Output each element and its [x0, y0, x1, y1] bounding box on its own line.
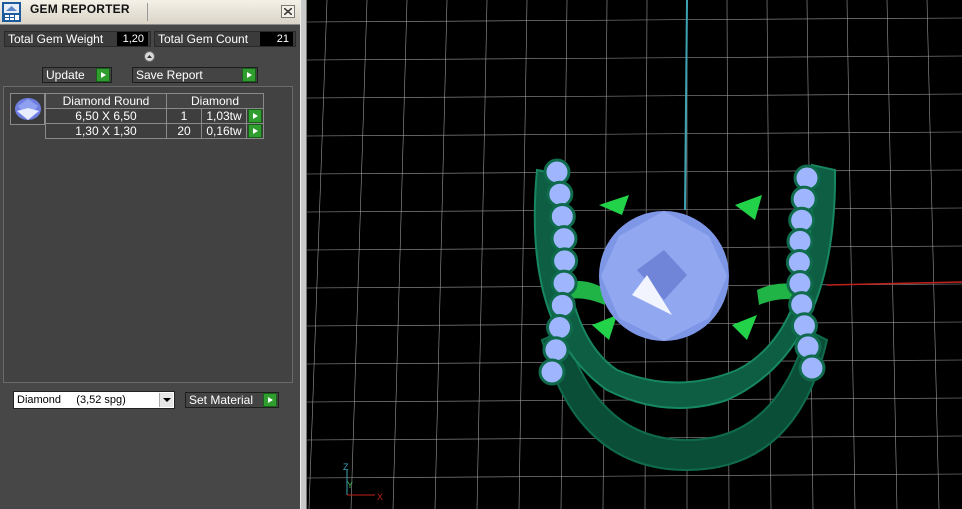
axis-z-label: Z: [343, 462, 349, 472]
grid-line: [434, 0, 448, 509]
play-arrow-icon: [248, 124, 262, 138]
gem-reporter-panel: GEM REPORTER Total Gem Weight 1,20 Total…: [0, 0, 300, 509]
grid-line: [886, 0, 898, 509]
grid-line: [350, 0, 368, 509]
close-button[interactable]: [281, 5, 295, 18]
table-row[interactable]: 1,30 X 1,30 20 0,16tw: [45, 123, 264, 139]
close-icon: [284, 8, 292, 15]
material-select-value: Diamond (3,52 spg): [17, 394, 126, 406]
total-gem-weight-value: 1,20: [117, 32, 148, 46]
accent-diamond: [548, 202, 576, 230]
viewport-canvas[interactable]: Z Y X: [307, 0, 962, 509]
save-report-button-label: Save Report: [136, 68, 203, 82]
gem-count: 1: [166, 108, 202, 124]
prong: [732, 315, 757, 340]
grid-line: [518, 0, 528, 509]
grid-line: [307, 131, 962, 137]
grid-line: [307, 473, 962, 479]
prong: [599, 195, 629, 215]
grid-line: [926, 0, 940, 509]
accent-diamond: [543, 158, 571, 186]
update-button-label: Update: [46, 68, 85, 82]
title-bar[interactable]: GEM REPORTER: [0, 0, 300, 25]
accent-diamond: [550, 225, 578, 253]
set-material-button-label: Set Material: [189, 393, 254, 407]
total-gem-count-value: 21: [260, 32, 293, 46]
row-action[interactable]: [246, 108, 264, 124]
accent-diamond: [551, 247, 579, 275]
header-material: Diamond: [166, 93, 264, 109]
play-arrow-icon: [96, 68, 110, 82]
row-action[interactable]: [246, 123, 264, 139]
collapse-toggle[interactable]: [144, 51, 155, 62]
accent-diamond: [550, 269, 578, 297]
chevron-up-icon: [147, 55, 152, 58]
gem-reporter-app-icon: [2, 2, 21, 22]
gem-size: 6,50 X 6,50: [45, 108, 167, 124]
update-button[interactable]: Update: [42, 67, 112, 83]
grid-line: [307, 169, 962, 175]
total-gem-count-label: Total Gem Count: [158, 32, 249, 46]
axis-y-label: Y: [347, 480, 353, 490]
total-gem-weight-label: Total Gem Weight: [8, 32, 104, 46]
header-shape: Diamond Round: [45, 93, 167, 109]
gem-size: 1,30 X 1,30: [45, 123, 167, 139]
table-row[interactable]: 6,50 X 6,50 1 1,03tw: [45, 108, 264, 124]
gem-thumbnail[interactable]: [10, 93, 45, 125]
axis-triad: Z Y X: [343, 462, 383, 502]
grid-line: [307, 359, 962, 365]
3d-viewport[interactable]: Z Y X: [307, 0, 962, 509]
axis-x-label: X: [377, 492, 383, 502]
gem-table-header: Diamond Round Diamond: [45, 93, 264, 109]
diamond-gem-icon: [15, 98, 41, 120]
grid-line: [307, 93, 962, 99]
play-arrow-icon: [242, 68, 256, 82]
gem-weight: 0,16tw: [201, 123, 247, 139]
accent-diamond: [798, 354, 826, 382]
accent-diamond: [542, 336, 570, 364]
gem-count: 20: [166, 123, 202, 139]
grid-line: [308, 0, 328, 509]
accent-diamond: [546, 314, 574, 342]
gem-table: Diamond Round Diamond 6,50 X 6,50 1 1,03…: [45, 93, 264, 139]
accent-diamond: [548, 291, 576, 319]
accent-diamond: [538, 358, 566, 386]
save-report-button[interactable]: Save Report: [132, 67, 258, 83]
window-title: GEM REPORTER: [30, 2, 130, 16]
grid-line: [307, 207, 962, 213]
accent-diamond: [546, 180, 574, 208]
grid-line: [476, 0, 488, 509]
grid-line: [307, 17, 962, 23]
set-material-button[interactable]: Set Material: [185, 392, 279, 408]
title-divider: [147, 3, 148, 21]
play-arrow-icon: [263, 393, 277, 407]
grid-line: [846, 0, 856, 509]
chevron-down-icon[interactable]: [159, 393, 173, 407]
gem-weight: 1,03tw: [201, 108, 247, 124]
prong: [735, 195, 762, 220]
grid-line: [392, 0, 408, 509]
play-arrow-icon: [248, 109, 262, 123]
panel-splitter[interactable]: [300, 0, 307, 509]
material-select[interactable]: Diamond (3,52 spg): [13, 391, 175, 409]
